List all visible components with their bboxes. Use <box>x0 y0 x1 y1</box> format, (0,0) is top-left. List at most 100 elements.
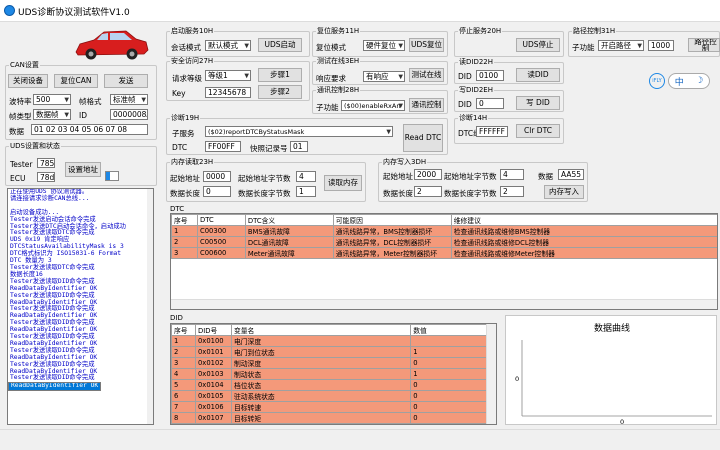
column-header[interactable]: DTC <box>196 214 246 226</box>
table-row[interactable]: 1 0x0100 电门深度 <box>171 335 487 347</box>
table-cell: 电门到位状态 <box>230 346 412 358</box>
title-bar: UDS诊断协议测试软件V1.0 <box>0 0 720 22</box>
write-did-input[interactable]: 0 <box>476 98 504 109</box>
baud-select[interactable]: 500 ▼ <box>33 94 71 105</box>
mem-read-start-bytes-input[interactable]: 4 <box>296 171 316 182</box>
session-mode-value: 默认模式 <box>208 41 238 50</box>
read-memory-button[interactable]: 读取内存 <box>324 175 362 191</box>
mem-write-len-input[interactable]: 2 <box>414 186 442 197</box>
table-row[interactable]: 100x0109电池SOC <box>172 425 487 426</box>
column-header[interactable]: DTC含义 <box>244 214 334 226</box>
table-cell: 0 <box>410 412 487 424</box>
column-header[interactable]: 序号 <box>171 214 198 226</box>
table-cell: 目标转速 <box>230 401 412 413</box>
mem-read-len-input[interactable]: 0 <box>203 186 231 197</box>
table-cell: 0x0107 <box>194 412 232 424</box>
set-address-button[interactable]: 设置地址 <box>65 162 101 177</box>
column-header[interactable]: 维修建议 <box>450 214 717 226</box>
write-did-button[interactable]: 写 DID <box>516 96 560 110</box>
key-input[interactable]: 12345678 <box>205 87 251 98</box>
comm-control-button[interactable]: 通讯控制 <box>409 98 444 112</box>
lang-cn-label: 中 <box>674 77 684 88</box>
dtc-input[interactable]: FF00FF <box>205 141 241 152</box>
request-level-select[interactable]: 等级1 ▼ <box>205 70 251 81</box>
mem-write-data-input[interactable]: AA55 <box>558 169 584 180</box>
write-memory-button[interactable]: 内存写入 <box>544 185 584 199</box>
log-scrollbar[interactable] <box>147 189 153 424</box>
reset-mode-select[interactable]: 硬件复位 ▼ <box>363 40 405 51</box>
step2-button[interactable]: 步骤2 <box>258 85 302 99</box>
mem-write-start-bytes-input[interactable]: 4 <box>500 169 524 180</box>
response-select[interactable]: 有响应 ▼ <box>363 71 405 82</box>
window-title: UDS诊断协议测试软件V1.0 <box>18 8 130 18</box>
read-did-input[interactable]: 0100 <box>476 70 504 81</box>
diag19-legend: 诊断19H <box>171 114 200 122</box>
table-row[interactable]: 5 0x0104 档位状态 0 <box>171 379 487 391</box>
data-input[interactable]: 01 02 03 04 05 06 07 08 <box>31 124 148 135</box>
mem-read-start-input[interactable]: 0000 <box>203 171 231 182</box>
ecu-input[interactable]: 78d <box>37 172 55 182</box>
log-line[interactable]: ReadDataByIdentifier OK <box>8 382 102 392</box>
read-did-button[interactable]: 读DID <box>516 68 560 82</box>
close-device-button[interactable]: 关闭设备 <box>8 74 48 88</box>
diag19-sub-select[interactable]: ($02)reportDTCByStatusMask ▼ <box>205 126 393 137</box>
did-table-container[interactable]: 序号 DID号 变量名 数值 1 0x0100 电门深度 2 0x0101 电门到位状态 1 3 0x… <box>170 323 497 425</box>
language-toggle[interactable]: 中 ☽ <box>668 73 710 89</box>
routine-sub-select[interactable]: 开启路径 ▼ <box>598 40 644 51</box>
snapshot-input[interactable]: 01 <box>290 141 308 152</box>
response-label: 响应要求 <box>316 74 346 83</box>
table-row[interactable]: 7 0x0106 目标转速 0 <box>171 401 487 413</box>
reset-can-button[interactable]: 复位CAN <box>54 74 98 88</box>
log-list[interactable]: 正在使用UDS 协议测试器。 请连接请求诊断CAN总线... 启动设备成功... T… <box>7 188 154 425</box>
mem-write-len-label: 数据长度 <box>383 189 413 198</box>
log-line[interactable]: 请连接请求诊断CAN总线... <box>8 195 153 203</box>
send-button[interactable]: 发送 <box>104 74 148 88</box>
routine-control-button[interactable]: 路径控制 <box>688 38 720 52</box>
chevron-down-icon: ▼ <box>398 102 403 109</box>
mem-read-len-bytes-input[interactable]: 1 <box>296 186 316 197</box>
id-input[interactable]: 0000008A <box>110 109 148 120</box>
comm-sub-select[interactable]: ($00)enableRxAn ▼ <box>341 100 405 111</box>
column-header[interactable]: 数值 <box>410 324 487 336</box>
reset-service-legend: 复位服务11H <box>317 27 360 35</box>
mem-write-start-input[interactable]: 2000 <box>414 169 442 180</box>
table-row[interactable]: 2 C00500 DCL通讯故障 通讯线路异常，DCL控制器损坏 检查通讯线路或维修DC… <box>171 236 717 248</box>
table-row[interactable]: 3 0x0102 制动深度 0 <box>171 357 487 369</box>
chevron-down-icon: ▼ <box>637 42 642 49</box>
routine-value-input[interactable]: 1000 <box>648 40 674 51</box>
column-header[interactable]: DID号 <box>194 324 232 336</box>
mem-write-len-bytes-input[interactable]: 2 <box>500 186 524 197</box>
table-row[interactable]: 1 C00300 BMS通讯故障 通讯线路异常，BMS控制器损坏 检查通讯线路或维修BM… <box>171 225 717 237</box>
column-header[interactable]: 序号 <box>171 324 196 336</box>
dtc-table-container[interactable]: 序号 DTC DTC含义 可能原因 维修建议 1 C00300 BMS通讯故障 通讯线路异常，… <box>170 213 718 310</box>
mem-read-start-label: 起始地址 <box>170 174 200 183</box>
table-row[interactable]: 2 0x0101 电门到位状态 1 <box>171 346 487 358</box>
table-row[interactable]: 8 0x0107 目标转矩 0 <box>171 412 487 424</box>
session-mode-select[interactable]: 默认模式 ▼ <box>205 40 251 51</box>
step1-button[interactable]: 步骤1 <box>258 68 302 82</box>
stop-service-legend: 停止服务20H <box>459 27 502 35</box>
column-header[interactable]: 可能原因 <box>332 214 452 226</box>
table-cell: 0 <box>410 390 487 402</box>
reset-mode-value: 硬件复位 <box>366 41 396 50</box>
table-row[interactable]: 3 C00600 Meter通讯故障 通讯线路异常，Meter控制器损坏 检查通讯线路或… <box>171 247 717 259</box>
uds-start-button[interactable]: UDS启动 <box>258 38 302 52</box>
uds-stop-button[interactable]: UDS停止 <box>516 38 560 52</box>
uds-reset-button[interactable]: UDS复位 <box>409 38 444 52</box>
dtc-group-input[interactable]: FFFFFF <box>476 126 508 137</box>
read-dtc-button[interactable]: Read DTC <box>403 124 443 152</box>
dtc-horizontal-scrollbar[interactable] <box>171 299 717 309</box>
table-cell: BMS通讯故障 <box>244 225 334 237</box>
did-vertical-scrollbar[interactable] <box>486 324 496 424</box>
security-access-legend: 安全访问27H <box>171 57 214 65</box>
test-online-button[interactable]: 测试在线 <box>409 68 444 82</box>
table-cell: 0x0103 <box>194 368 232 380</box>
table-row[interactable]: 4 0x0103 制动状态 1 <box>171 368 487 380</box>
tester-input[interactable]: 785 <box>37 158 55 168</box>
clear-dtc-button[interactable]: Clr DTC <box>516 124 560 138</box>
log-line[interactable]: Tester发送读取DID命令完成 <box>8 375 153 382</box>
frame-type-select[interactable]: 数据帧 ▼ <box>33 109 71 120</box>
frame-format-select[interactable]: 标准帧 ▼ <box>110 94 148 105</box>
table-row[interactable]: 6 0x0105 驻动系统状态 0 <box>171 390 487 402</box>
column-header[interactable]: 变量名 <box>230 324 412 336</box>
